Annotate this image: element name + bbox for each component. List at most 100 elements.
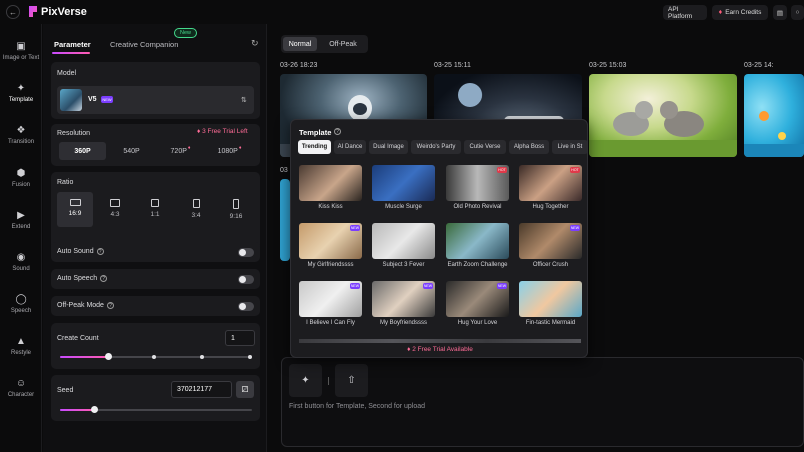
template-label: Hug Your Love bbox=[457, 320, 498, 326]
model-card: Model V5 NEW ⇅ bbox=[51, 62, 260, 119]
template-card-hug-your-love[interactable]: NEW Hug Your Love bbox=[446, 281, 509, 326]
tab-parameter[interactable]: Parameter bbox=[54, 40, 91, 49]
model-selector[interactable]: V5 NEW ⇅ bbox=[57, 86, 254, 114]
resolution-1080p[interactable]: 1080P ♦ bbox=[206, 142, 253, 160]
video-thumbnail-ocean[interactable] bbox=[744, 74, 804, 157]
category-ai-dance[interactable]: AI Dance bbox=[334, 140, 366, 154]
off-peak-label: Off-Peak Mode? bbox=[57, 302, 114, 309]
nav-item-sound[interactable]: ◉ Sound bbox=[0, 252, 42, 272]
template-thumbnail bbox=[372, 165, 435, 201]
refresh-icon[interactable]: ↻ bbox=[251, 38, 259, 49]
category-dual-image[interactable]: Dual Image bbox=[369, 140, 408, 154]
nav-label: Extend bbox=[11, 224, 31, 230]
ratio-1-1[interactable]: 1:1 bbox=[137, 192, 173, 227]
nav-label: Transition bbox=[7, 139, 35, 145]
template-thumbnail: NEW bbox=[519, 223, 582, 259]
slider-step-dot bbox=[200, 355, 204, 359]
template-card-muscle-surge[interactable]: Muscle Surge bbox=[372, 165, 435, 210]
help-icon[interactable]: ? bbox=[106, 302, 114, 309]
user-icon[interactable]: ○ bbox=[791, 5, 804, 20]
template-card-subject-3-fever[interactable]: Subject 3 Fever bbox=[372, 223, 435, 268]
seed-knob[interactable] bbox=[91, 406, 99, 413]
video-thumbnail-partial[interactable] bbox=[280, 179, 290, 261]
category-alpha-boss[interactable]: Alpha Boss bbox=[509, 140, 549, 154]
template-thumbnail bbox=[519, 281, 582, 317]
nav-item-image-or-text[interactable]: ▣ Image or Text bbox=[0, 41, 42, 61]
nav-item-speech[interactable]: ◯ Speech bbox=[0, 294, 42, 314]
template-card-earth-zoom-challenge[interactable]: Earth Zoom Challenge bbox=[446, 223, 509, 268]
template-label: Muscle Surge bbox=[385, 204, 422, 210]
template-card-officer-crush[interactable]: NEW Officer Crush bbox=[519, 223, 582, 268]
template-thumbnail bbox=[446, 223, 509, 259]
template-card-my-girlfriendssss[interactable]: NEW My Girlfriendssss bbox=[299, 223, 362, 268]
resolution-540p[interactable]: 540P bbox=[108, 142, 155, 160]
create-count-knob[interactable] bbox=[104, 353, 112, 360]
template-card-my-boyfriendssss[interactable]: NEW My Boyfriendssss bbox=[372, 281, 435, 326]
tab-creative-companion[interactable]: Creative Companion bbox=[110, 40, 178, 49]
extend-icon: ▶ bbox=[17, 210, 25, 221]
upload-button[interactable]: ⇧ bbox=[335, 364, 368, 397]
seed-card: Seed 370212177 ⚂ bbox=[51, 375, 260, 421]
res-label: 720P bbox=[170, 147, 187, 155]
template-card-i-believe-i-can-fly[interactable]: NEW I Believe I Can Fly bbox=[299, 281, 362, 326]
back-button[interactable]: ← bbox=[6, 5, 20, 19]
create-count-input[interactable]: 1 bbox=[225, 330, 255, 346]
category-trending[interactable]: Trending bbox=[298, 140, 331, 154]
ratio-4-3[interactable]: 4:3 bbox=[97, 192, 133, 227]
nav-label: Image or Text bbox=[2, 55, 40, 61]
auto-speech-toggle[interactable] bbox=[238, 275, 254, 284]
mode-normal[interactable]: Normal bbox=[283, 37, 317, 51]
ratio-3-4[interactable]: 3:4 bbox=[178, 192, 214, 227]
ocean-image bbox=[744, 111, 804, 157]
resolution-360p[interactable]: 360P bbox=[59, 142, 106, 160]
category-cutie-verse[interactable]: Cutie Verse bbox=[464, 140, 506, 154]
ratio-text: 9:16 bbox=[229, 213, 243, 220]
book-icon[interactable]: ▤ bbox=[773, 5, 787, 20]
resolution-card: Resolution ♦ 3 Free Trial Left 360P 540P… bbox=[51, 124, 260, 166]
ratio-16-9[interactable]: 16:9 bbox=[57, 192, 93, 227]
mode-off-peak[interactable]: Off-Peak bbox=[320, 37, 366, 51]
ratio-9-16[interactable]: 9:16 bbox=[218, 192, 254, 227]
template-card-old-photo-revival[interactable]: HOT Old Photo Revival bbox=[446, 165, 509, 210]
model-name: V5 bbox=[88, 96, 97, 103]
template-label: Fin-tastic Mermaid bbox=[525, 320, 576, 326]
nav-item-fusion[interactable]: ⬢ Fusion bbox=[0, 168, 42, 188]
ratio-shape bbox=[192, 199, 200, 208]
help-icon[interactable]: ? bbox=[334, 128, 341, 135]
seed-input[interactable]: 370212177 bbox=[171, 381, 232, 398]
template-card-kiss-kiss[interactable]: Kiss Kiss bbox=[299, 165, 362, 210]
nav-item-extend[interactable]: ▶ Extend bbox=[0, 210, 42, 230]
ratio-options: 16:9 4:3 1:1 3:4 9:16 bbox=[57, 192, 254, 227]
category-weirdos-party[interactable]: Weirdo's Party bbox=[411, 140, 461, 154]
auto-sound-row: Auto Sound? bbox=[51, 242, 260, 262]
nav-item-restyle[interactable]: ▲ Restyle bbox=[0, 336, 42, 356]
nav-item-transition[interactable]: ❖ Transition bbox=[0, 125, 42, 145]
video-date: 03-25 15:03 bbox=[589, 62, 627, 69]
category-live-in-st[interactable]: Live in St bbox=[552, 140, 587, 154]
nav-item-template[interactable]: ✦ Template bbox=[0, 83, 42, 103]
off-peak-toggle[interactable] bbox=[238, 302, 254, 311]
dice-icon[interactable]: ⚂ bbox=[236, 381, 254, 398]
help-icon[interactable]: ? bbox=[96, 248, 104, 255]
nav-item-character[interactable]: ☺ Character bbox=[0, 378, 42, 398]
seed-fill bbox=[60, 409, 95, 411]
template-button[interactable]: ✦ bbox=[289, 364, 322, 397]
help-icon[interactable]: ? bbox=[100, 275, 108, 282]
new-badge: New bbox=[174, 28, 197, 38]
api-platform-button[interactable]: API Platform bbox=[663, 5, 707, 20]
earn-credits-button[interactable]: ♦ Earn Credits bbox=[712, 5, 768, 20]
ratio-shape bbox=[69, 199, 81, 206]
template-card-hug-together[interactable]: HOT Hug Together bbox=[519, 165, 582, 210]
template-card-fin-tastic-mermaid[interactable]: Fin-tastic Mermaid bbox=[519, 281, 582, 326]
adjust-icon[interactable]: ⇅ bbox=[241, 96, 247, 104]
template-thumbnail: NEW bbox=[299, 223, 362, 259]
auto-sound-toggle[interactable] bbox=[238, 248, 254, 257]
settings-panel: Parameter Creative Companion New ↻ Model… bbox=[43, 24, 267, 452]
nav-label: Character bbox=[7, 392, 35, 398]
slider-step-dot bbox=[152, 355, 156, 359]
trial-text: 3 Free Trial Left bbox=[202, 128, 248, 135]
resolution-720p[interactable]: 720P ♦ bbox=[157, 142, 204, 160]
app-name[interactable]: PixVerse bbox=[41, 6, 87, 18]
video-thumbnail-cats[interactable] bbox=[589, 74, 737, 157]
hot-badge: HOT bbox=[497, 167, 507, 173]
